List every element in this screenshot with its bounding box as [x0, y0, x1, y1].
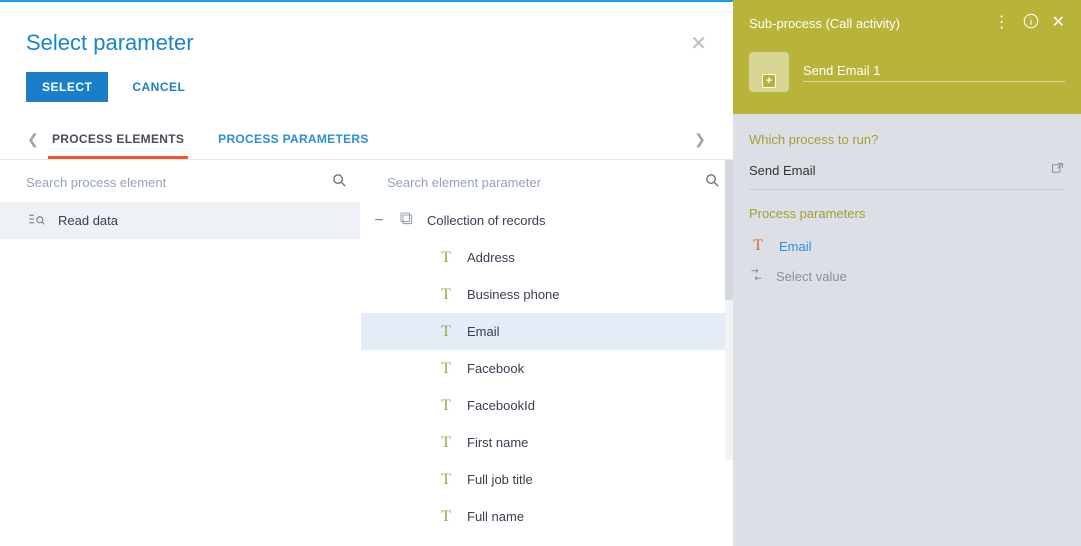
param-email-label: Email: [779, 239, 812, 254]
tree-item[interactable]: T Address: [361, 239, 733, 276]
search-process-element-input[interactable]: [26, 175, 331, 190]
tree-item-label: Full job title: [467, 472, 533, 487]
text-type-icon: T: [749, 237, 767, 255]
select-parameter-dialog: Select parameter ✕ SELECT CANCEL ❮ PROCE…: [0, 0, 733, 546]
tree-item-label: Full name: [467, 509, 524, 524]
section-which-process: Which process to run?: [749, 132, 1065, 147]
cancel-button[interactable]: CANCEL: [132, 80, 185, 94]
more-icon[interactable]: ⋮: [994, 15, 1010, 31]
text-type-icon: T: [437, 286, 455, 304]
tree-item[interactable]: T Full job title: [361, 461, 733, 498]
dialog-title: Select parameter: [26, 30, 194, 56]
sidebar-title: Sub-process (Call activity): [749, 16, 900, 31]
search-icon[interactable]: [331, 172, 348, 192]
search-element-parameter-input[interactable]: [387, 175, 704, 190]
tree-root-label: Collection of records: [427, 213, 546, 228]
tree-root-collection[interactable]: − Collection of records: [361, 202, 733, 239]
select-button[interactable]: SELECT: [26, 72, 108, 102]
param-row-select-value[interactable]: Select value: [749, 261, 1065, 291]
text-type-icon: T: [437, 434, 455, 452]
tree-item-label: First name: [467, 435, 528, 450]
text-type-icon: T: [437, 471, 455, 489]
text-type-icon: T: [437, 360, 455, 378]
text-type-icon: T: [437, 397, 455, 415]
tabs-next-arrow[interactable]: ❯: [685, 131, 715, 148]
tree-item-label: Email: [467, 324, 500, 339]
tree-item[interactable]: T First name: [361, 424, 733, 461]
tree-item[interactable]: T Full name: [361, 498, 733, 535]
process-value-input[interactable]: Send Email: [749, 163, 815, 178]
section-process-parameters: Process parameters: [749, 206, 1065, 221]
param-select-value-label: Select value: [776, 269, 847, 284]
mapping-icon: [749, 267, 764, 285]
param-row-email[interactable]: T Email: [749, 231, 1065, 261]
process-element-label: Read data: [58, 213, 118, 228]
tab-process-elements[interactable]: PROCESS ELEMENTS: [48, 120, 188, 159]
tab-process-parameters[interactable]: PROCESS PARAMETERS: [214, 120, 373, 159]
tree-item-label: Business phone: [467, 287, 560, 302]
properties-sidebar: Sub-process (Call activity) ⋮ ✕ + Send E…: [733, 0, 1081, 546]
text-type-icon: T: [437, 249, 455, 267]
close-sidebar-icon[interactable]: ✕: [1052, 15, 1065, 31]
collapse-toggle-icon[interactable]: −: [371, 213, 387, 229]
subprocess-plus-icon: +: [762, 74, 776, 88]
tree-item-label: Address: [467, 250, 515, 265]
scrollbar-thumb[interactable]: [725, 160, 733, 300]
tree-item[interactable]: T Email: [361, 313, 733, 350]
tree-item[interactable]: T Business phone: [361, 276, 733, 313]
info-icon[interactable]: [1022, 12, 1040, 34]
tree-item-label: Facebook: [467, 361, 524, 376]
collection-icon: [399, 211, 415, 230]
open-process-icon[interactable]: [1050, 161, 1065, 179]
text-type-icon: T: [437, 508, 455, 526]
search-icon[interactable]: [704, 172, 721, 192]
tree-item[interactable]: T Facebook: [361, 350, 733, 387]
element-name-input[interactable]: Send Email 1: [803, 63, 1065, 82]
tree-item[interactable]: T FacebookId: [361, 387, 733, 424]
process-element-item[interactable]: Read data: [0, 202, 360, 239]
text-type-icon: T: [437, 323, 455, 341]
tabs-prev-arrow[interactable]: ❮: [18, 131, 48, 148]
element-thumbnail: +: [749, 52, 789, 92]
tree-item-label: FacebookId: [467, 398, 535, 413]
dialog-close-button[interactable]: ✕: [690, 31, 707, 56]
read-data-icon: [26, 212, 46, 229]
